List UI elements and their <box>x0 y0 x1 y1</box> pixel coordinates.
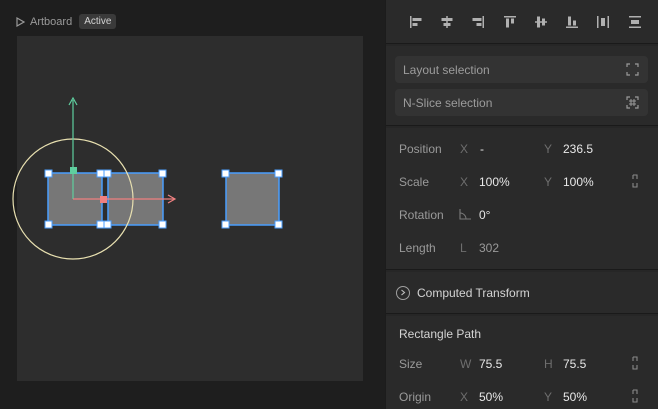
canvas-area[interactable]: Artboard Active <box>0 0 385 409</box>
layout-selection-field[interactable]: Layout selection <box>395 56 648 83</box>
align-bottom-button[interactable] <box>556 10 587 34</box>
origin-x-input[interactable]: 50% <box>479 390 503 404</box>
resize-handle[interactable] <box>158 169 167 178</box>
resize-handle[interactable] <box>221 169 230 178</box>
resize-handle[interactable] <box>103 220 112 229</box>
resize-handle[interactable] <box>44 169 53 178</box>
rotation-label: Rotation <box>399 208 444 222</box>
angle-icon <box>459 208 472 223</box>
chevron-right-icon <box>396 285 410 300</box>
distribute-horizontal-icon <box>597 15 610 28</box>
align-horizontal-center-button[interactable] <box>431 10 462 34</box>
nslice-grid-icon[interactable] <box>626 96 639 109</box>
computed-transform-toggle[interactable]: Computed Transform <box>386 272 658 314</box>
height-input[interactable]: 75.5 <box>563 357 586 371</box>
alignment-toolbar <box>386 0 658 44</box>
scale-x-axis: X <box>460 175 469 189</box>
origin-x-axis: X <box>460 390 469 404</box>
resize-handle[interactable] <box>274 220 283 229</box>
expand-icon[interactable] <box>626 63 639 76</box>
distribute-vertical-icon <box>628 15 641 28</box>
rectangle-path-section: Rectangle Path Size W 75.5 H 75.5 Origin… <box>386 316 658 409</box>
inspector-panel: Layout selection N-Slice selection Posit… <box>386 0 658 409</box>
align-top-icon <box>503 15 516 27</box>
link-origin-icon[interactable] <box>631 388 639 406</box>
position-row: Position X - Y 236.5 <box>386 137 658 161</box>
length-row: Length L 302 <box>386 236 658 260</box>
size-row: Size W 75.5 H 75.5 <box>386 352 658 376</box>
length-axis: L <box>460 241 467 255</box>
nslice-selection-field[interactable]: N-Slice selection <box>395 89 648 116</box>
align-vertical-center-icon <box>534 16 547 27</box>
width-input[interactable]: 75.5 <box>479 357 502 371</box>
origin-label: Origin <box>399 390 432 404</box>
resize-handle[interactable] <box>44 220 53 229</box>
length-label: Length <box>399 241 436 255</box>
resize-handle[interactable] <box>96 220 105 229</box>
resize-handle[interactable] <box>274 169 283 178</box>
link-size-icon[interactable] <box>631 355 639 373</box>
position-y-axis: Y <box>544 142 553 156</box>
origin-y-axis: Y <box>544 390 553 404</box>
link-scale-icon[interactable] <box>631 173 639 191</box>
scene-graphics[interactable] <box>0 0 385 409</box>
resize-handle[interactable] <box>96 169 105 178</box>
origin-y-input[interactable]: 50% <box>563 390 587 404</box>
nslice-selection-label: N-Slice selection <box>403 95 493 110</box>
align-right-button[interactable] <box>463 10 494 34</box>
resize-handle[interactable] <box>221 220 230 229</box>
scale-y-input[interactable]: 100% <box>563 175 594 189</box>
position-x-axis: X <box>460 142 469 156</box>
origin-row: Origin X 50% Y 50% <box>386 385 658 409</box>
scale-label: Scale <box>399 175 430 189</box>
align-horizontal-center-icon <box>441 15 453 28</box>
position-y-input[interactable]: 236.5 <box>563 142 593 156</box>
distribute-horizontal-button[interactable] <box>588 10 619 34</box>
computed-transform-label: Computed Transform <box>417 285 530 300</box>
length-value: 302 <box>479 241 500 255</box>
align-top-button[interactable] <box>494 10 525 34</box>
selection-section: Layout selection N-Slice selection <box>386 46 658 126</box>
resize-handle[interactable] <box>158 220 167 229</box>
rotation-row: Rotation 0° <box>386 203 658 227</box>
y-axis-square-handle[interactable] <box>70 167 77 174</box>
scale-x-input[interactable]: 100% <box>479 175 510 189</box>
align-bottom-icon <box>566 16 579 28</box>
align-vertical-center-button[interactable] <box>525 10 556 34</box>
rectangle-shape[interactable] <box>225 172 280 226</box>
position-label: Position <box>399 142 442 156</box>
transform-section: Position X - Y 236.5 Scale X 100% Y 100%… <box>386 128 658 270</box>
position-x-input[interactable]: - <box>480 142 484 156</box>
scale-row: Scale X 100% Y 100% <box>386 170 658 194</box>
distribute-vertical-button[interactable] <box>619 10 650 34</box>
app-window: Artboard Active Layout selection N-Slice… <box>0 0 658 409</box>
scale-y-axis: Y <box>544 175 553 189</box>
resize-handle[interactable] <box>103 169 112 178</box>
x-axis-square-handle[interactable] <box>100 196 107 203</box>
height-axis: H <box>544 357 553 371</box>
section-title: Rectangle Path <box>399 327 482 341</box>
align-left-button[interactable] <box>400 10 431 34</box>
layout-selection-label: Layout selection <box>403 62 490 77</box>
align-left-icon <box>409 15 422 28</box>
width-axis: W <box>460 357 472 371</box>
rotation-input[interactable]: 0° <box>479 208 490 222</box>
align-right-icon <box>472 15 485 28</box>
size-label: Size <box>399 357 423 371</box>
